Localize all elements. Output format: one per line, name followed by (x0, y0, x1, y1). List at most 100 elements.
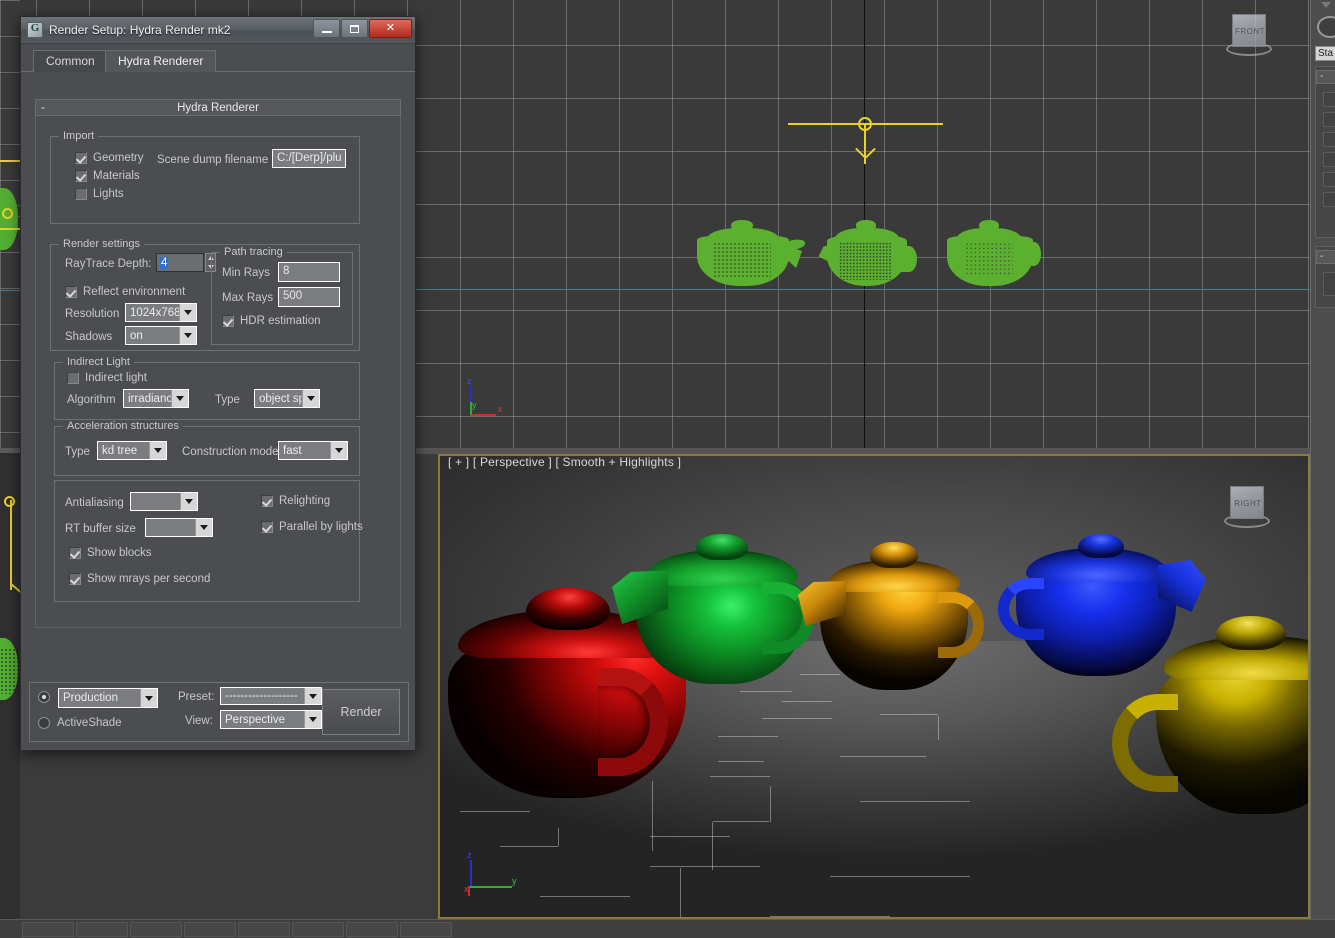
left-viewport-sliver[interactable] (0, 0, 20, 938)
checkbox-show-mrays[interactable]: Show mrays per second (69, 573, 210, 585)
chevron-down-icon[interactable] (195, 519, 212, 536)
checkbox-hdr-estimation-box[interactable] (222, 315, 234, 327)
checkbox-parallel-by-lights-box[interactable] (261, 521, 273, 533)
chevron-down-icon[interactable] (330, 442, 347, 459)
checkbox-reflect-environment-box[interactable] (65, 286, 77, 298)
viewcube-front[interactable]: FRONT (1226, 12, 1272, 56)
render-mode-dropdown[interactable]: Production (58, 688, 158, 708)
wireframe-teapot-3[interactable] (943, 218, 1041, 290)
checkbox-hdr-estimation[interactable]: HDR estimation (222, 315, 321, 327)
checkbox-relighting[interactable]: Relighting (261, 495, 330, 507)
antialiasing-dropdown[interactable] (130, 492, 198, 511)
panel-rollout-1-row[interactable] (1323, 92, 1335, 107)
shadows-value: on (126, 330, 179, 342)
rollout-collapse-icon[interactable]: - (41, 100, 45, 115)
checkbox-show-blocks[interactable]: Show blocks (69, 547, 152, 559)
checkbox-geometry[interactable]: Geometry (75, 152, 144, 164)
minimize-button[interactable] (313, 19, 340, 38)
perspective-render-viewport[interactable] (438, 454, 1310, 919)
checkbox-show-blocks-box[interactable] (69, 547, 81, 559)
panel-round-button[interactable] (1317, 16, 1335, 38)
chevron-down-icon[interactable] (302, 390, 319, 407)
indirect-type-dropdown[interactable]: object spa (254, 389, 320, 408)
checkbox-parallel-by-lights[interactable]: Parallel by lights (261, 521, 363, 533)
checkbox-geometry-box[interactable] (75, 152, 87, 164)
panel-rollout-1-row[interactable] (1323, 152, 1335, 167)
chevron-down-icon[interactable] (149, 442, 166, 459)
wireframe-teapot-1[interactable] (693, 218, 805, 290)
raytrace-depth-input[interactable]: 4 (156, 253, 204, 272)
close-button[interactable]: ✕ (369, 19, 412, 38)
import-group: Import Geometry Materials Lights (50, 136, 360, 224)
checkbox-materials-box[interactable] (75, 170, 87, 182)
tab-hydra-renderer[interactable]: Hydra Renderer (105, 50, 216, 72)
panel-rollout-1-row[interactable] (1323, 112, 1335, 127)
panel-rollout-1-row[interactable] (1323, 132, 1335, 147)
checkbox-relighting-label: Relighting (279, 495, 330, 507)
rt-buffer-size-dropdown[interactable] (145, 518, 213, 537)
viewcube-right[interactable]: RIGHT (1224, 484, 1270, 528)
hydra-renderer-panel: - Hydra Renderer Import Geometry Mater (35, 99, 401, 629)
checkbox-lights-box[interactable] (75, 188, 87, 200)
radio-production[interactable] (38, 691, 50, 703)
viewcube-box: RIGHT (1230, 486, 1264, 519)
checkbox-relighting-box[interactable] (261, 495, 273, 507)
render-setup-dialog[interactable]: Render Setup: Hydra Render mk2 ✕ Common … (20, 16, 416, 751)
construction-mode-dropdown[interactable]: fast (278, 441, 348, 460)
app-icon (27, 22, 43, 38)
checkbox-show-mrays-box[interactable] (69, 573, 81, 585)
panel-rollout-1-row[interactable] (1323, 192, 1335, 207)
checkbox-indirect-light-box[interactable] (67, 372, 79, 384)
panel-rollout-1-row[interactable] (1323, 172, 1335, 187)
command-panel[interactable]: Sta - - (1310, 0, 1335, 938)
radio-production-dot[interactable] (38, 691, 50, 703)
acceleration-structures-group: Acceleration structures Type kd tree Con… (54, 426, 360, 476)
viewcube-label: FRONT (1233, 27, 1267, 36)
panel-rollout-1-header[interactable]: - (1316, 70, 1335, 84)
render-button[interactable]: Render (322, 689, 400, 735)
panel-scroll-up-icon[interactable] (1321, 2, 1331, 8)
indirect-type-value: object spa (255, 393, 302, 405)
dialog-title: Render Setup: Hydra Render mk2 (49, 23, 230, 37)
chevron-down-icon[interactable] (304, 711, 321, 728)
radio-activeshade[interactable]: ActiveShade (38, 717, 122, 729)
view-dropdown[interactable]: Perspective (220, 710, 322, 729)
checkbox-indirect-light[interactable]: Indirect light (67, 372, 147, 384)
checkbox-indirect-light-label: Indirect light (85, 372, 147, 384)
tab-common[interactable]: Common (33, 50, 108, 72)
chevron-down-icon[interactable] (140, 689, 157, 707)
accel-type-dropdown[interactable]: kd tree (97, 441, 167, 460)
gizmo-y-label: y (472, 400, 477, 410)
panel-name-field[interactable]: Sta (1315, 46, 1335, 61)
chevron-down-icon[interactable] (180, 493, 197, 510)
preset-label: Preset: (178, 691, 214, 703)
max-rays-input[interactable]: 500 (278, 287, 340, 307)
algorithm-dropdown[interactable]: irradiance (123, 389, 189, 408)
wireframe-teapot-2[interactable] (815, 218, 917, 290)
checkbox-lights[interactable]: Lights (75, 188, 124, 200)
maximize-button[interactable] (341, 19, 368, 38)
resolution-dropdown[interactable]: 1024x768 (125, 303, 197, 322)
path-tracing-group: Path tracing Min Rays 8 Max Rays 500 HDR… (211, 252, 353, 345)
construction-mode-value: fast (279, 445, 330, 457)
shadows-dropdown[interactable]: on (125, 326, 197, 345)
panel-rollout-2-row[interactable] (1323, 272, 1335, 296)
gizmo-x-label: x (498, 404, 503, 414)
rollout-header-hydra-renderer[interactable]: - Hydra Renderer (35, 99, 401, 116)
chevron-down-icon[interactable] (179, 327, 196, 344)
panel-rollout-2-header[interactable]: - (1316, 250, 1335, 264)
checkbox-materials[interactable]: Materials (75, 170, 140, 182)
chevron-down-icon[interactable] (171, 390, 188, 407)
shadows-label: Shadows (65, 331, 112, 343)
scene-dump-filename-input[interactable]: C:/[Derp]/plu (272, 149, 346, 168)
radio-activeshade-dot[interactable] (38, 717, 50, 729)
preset-dropdown[interactable]: ------------------- (220, 687, 322, 705)
rollout-body: Import Geometry Materials Lights (35, 116, 401, 628)
dialog-titlebar[interactable]: Render Setup: Hydra Render mk2 ✕ (21, 17, 415, 44)
light-helper[interactable] (788, 110, 943, 170)
chevron-down-icon[interactable] (304, 688, 321, 704)
checkbox-reflect-environment[interactable]: Reflect environment (65, 286, 185, 298)
resolution-value: 1024x768 (126, 307, 179, 319)
min-rays-input[interactable]: 8 (278, 262, 340, 282)
chevron-down-icon[interactable] (179, 304, 196, 321)
